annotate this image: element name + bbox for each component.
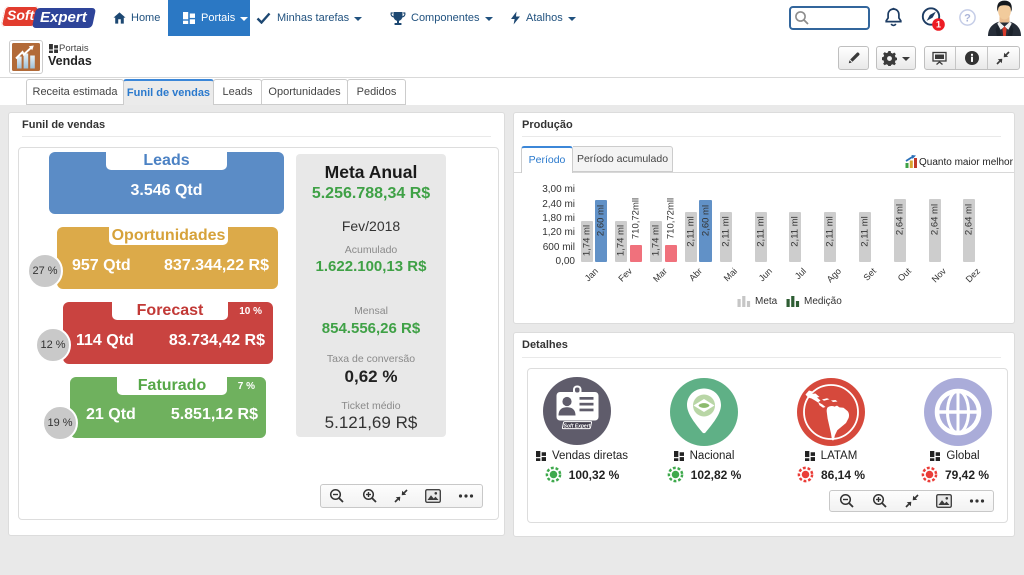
svg-text:?: ? (964, 12, 971, 24)
svg-text:Soft Expert: Soft Expert (564, 423, 591, 429)
svg-text:1: 1 (936, 20, 941, 30)
